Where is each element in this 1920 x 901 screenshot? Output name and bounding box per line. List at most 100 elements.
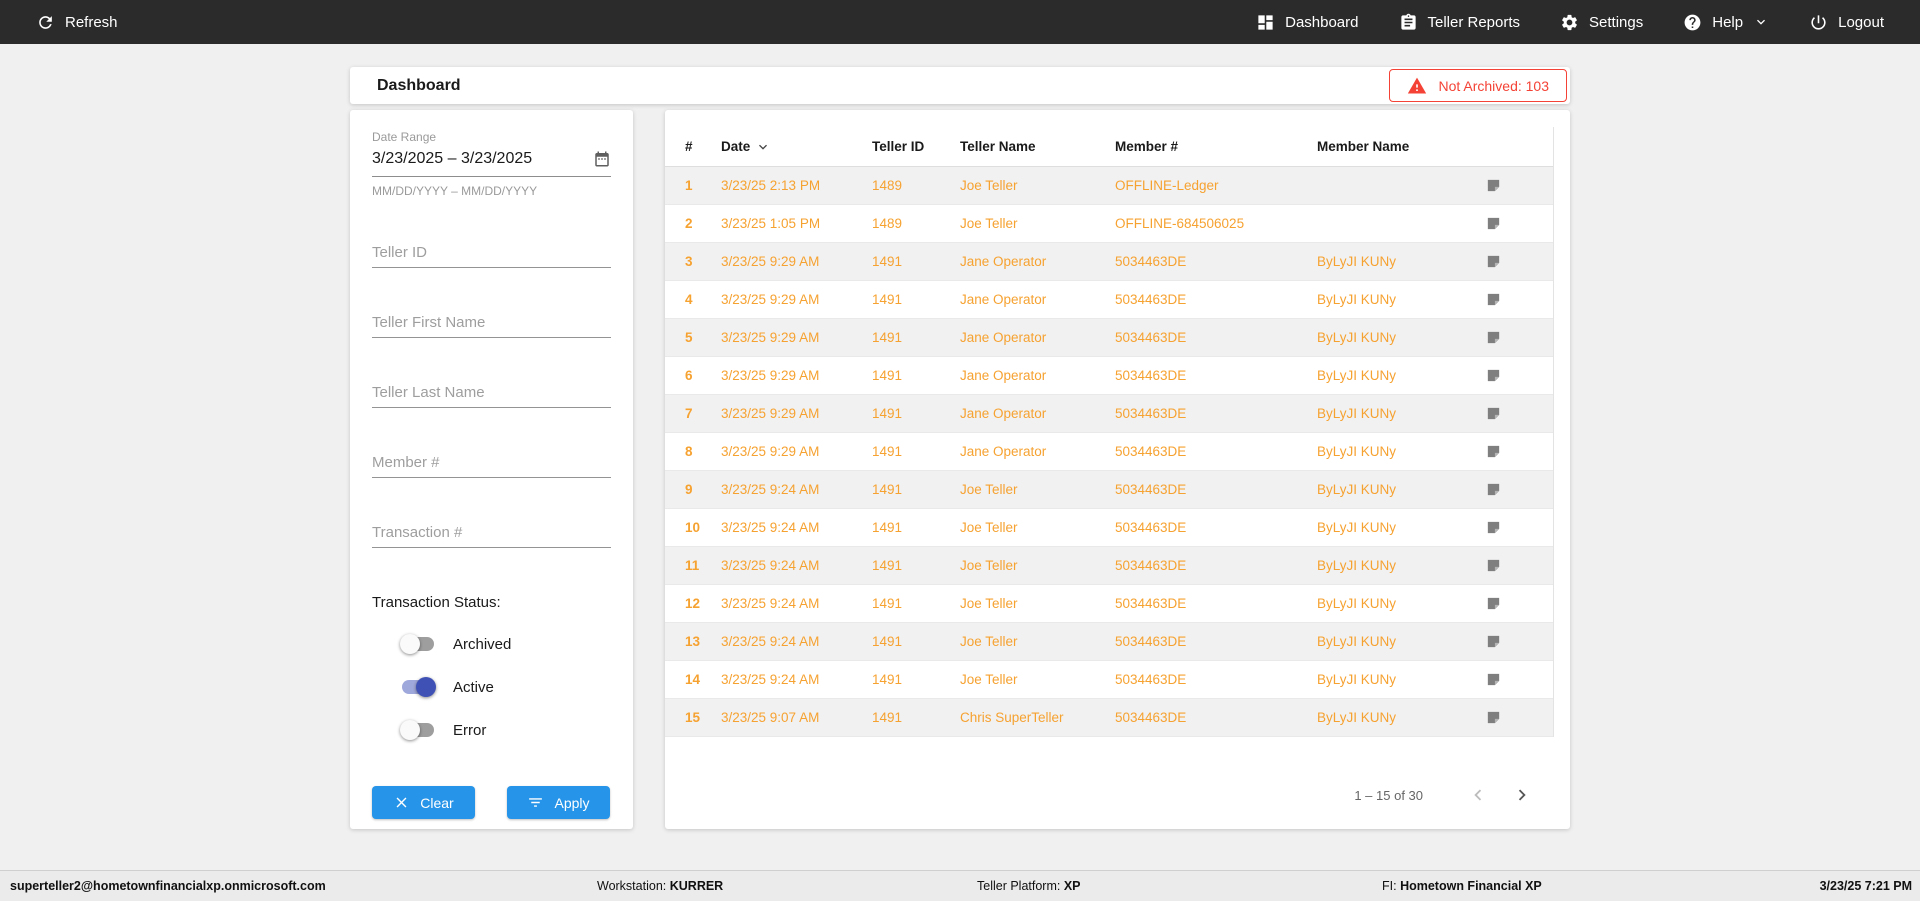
- row-date: 3/23/25 9:24 AM: [721, 520, 820, 535]
- clear-button[interactable]: Clear: [372, 786, 475, 819]
- date-range-hint: MM/DD/YYYY – MM/DD/YYYY: [372, 184, 538, 198]
- row-member-name: ByLyJI KUNy: [1317, 634, 1397, 649]
- table-viewport: # Date Teller ID Teller Name Member # Me…: [665, 127, 1554, 737]
- close-icon: [393, 794, 410, 811]
- next-page-button[interactable]: [1511, 784, 1533, 806]
- row-number: 7: [685, 406, 693, 421]
- row-teller-id: 1491: [872, 558, 903, 573]
- nav-item-teller-reports[interactable]: Teller Reports: [1399, 13, 1520, 32]
- note-icon[interactable]: [1433, 215, 1553, 232]
- column-header-member-number: Member #: [1115, 139, 1179, 154]
- table-row[interactable]: 13 3/23/25 9:24 AM 1491 Joe Teller 50344…: [665, 623, 1553, 661]
- table-body: 1 3/23/25 2:13 PM 1489 Joe Teller OFFLIN…: [665, 167, 1553, 737]
- note-icon[interactable]: [1433, 557, 1553, 574]
- note-icon[interactable]: [1433, 291, 1553, 308]
- toggle-archived[interactable]: Archived: [372, 634, 611, 654]
- table-row[interactable]: 11 3/23/25 9:24 AM 1491 Joe Teller 50344…: [665, 547, 1553, 585]
- table-row[interactable]: 2 3/23/25 1:05 PM 1489 Joe Teller OFFLIN…: [665, 205, 1553, 243]
- chevron-left-icon: [1467, 784, 1489, 806]
- financial-institution-info: FI: Hometown Financial XP: [1382, 871, 1542, 901]
- archived-switch[interactable]: [400, 634, 436, 654]
- row-member-number: 5034463DE: [1115, 596, 1187, 611]
- chevron-down-icon: [1753, 14, 1769, 30]
- workstation-label: Workstation:: [597, 879, 667, 893]
- table-row[interactable]: 6 3/23/25 9:29 AM 1491 Jane Operator 503…: [665, 357, 1553, 395]
- active-switch[interactable]: [400, 677, 436, 697]
- nav-item-dashboard[interactable]: Dashboard: [1256, 13, 1359, 32]
- note-icon[interactable]: [1433, 671, 1553, 688]
- not-archived-badge[interactable]: Not Archived: 103: [1389, 69, 1567, 102]
- row-number: 1: [685, 178, 693, 193]
- note-icon[interactable]: [1433, 481, 1553, 498]
- table-row[interactable]: 8 3/23/25 9:29 AM 1491 Jane Operator 503…: [665, 433, 1553, 471]
- toggle-active[interactable]: Active: [372, 677, 611, 697]
- note-icon[interactable]: [1433, 253, 1553, 270]
- row-teller-id: 1491: [872, 482, 903, 497]
- row-number: 15: [685, 710, 701, 725]
- previous-page-button[interactable]: [1467, 784, 1489, 806]
- row-member-number: 5034463DE: [1115, 710, 1187, 725]
- column-header-member-name: Member Name: [1317, 139, 1410, 154]
- calendar-icon[interactable]: [593, 150, 611, 168]
- row-date: 3/23/25 9:24 AM: [721, 634, 820, 649]
- table-row[interactable]: 12 3/23/25 9:24 AM 1491 Joe Teller 50344…: [665, 585, 1553, 623]
- row-member-number: 5034463DE: [1115, 482, 1187, 497]
- nav-item-logout[interactable]: Logout: [1809, 13, 1884, 32]
- table-header-row: # Date Teller ID Teller Name Member # Me…: [665, 127, 1553, 167]
- filter-buttons-row: Clear Apply: [372, 786, 611, 819]
- row-member-number: 5034463DE: [1115, 444, 1187, 459]
- note-icon[interactable]: [1433, 519, 1553, 536]
- toggle-error[interactable]: Error: [372, 720, 611, 740]
- teller-first-name-input[interactable]: [372, 308, 611, 338]
- note-icon[interactable]: [1433, 177, 1553, 194]
- toggle-label: Error: [453, 721, 487, 739]
- table-row[interactable]: 15 3/23/25 9:07 AM 1491 Chris SuperTelle…: [665, 699, 1553, 737]
- transaction-number-input[interactable]: [372, 518, 611, 548]
- refresh-button[interactable]: Refresh: [36, 13, 118, 32]
- table-row[interactable]: 10 3/23/25 9:24 AM 1491 Joe Teller 50344…: [665, 509, 1553, 547]
- table-row[interactable]: 3 3/23/25 9:29 AM 1491 Jane Operator 503…: [665, 243, 1553, 281]
- row-member-number: 5034463DE: [1115, 292, 1187, 307]
- error-switch[interactable]: [400, 720, 436, 740]
- row-member-name: ByLyJI KUNy: [1317, 292, 1397, 307]
- row-member-name: ByLyJI KUNy: [1317, 368, 1397, 383]
- note-icon[interactable]: [1433, 709, 1553, 726]
- teller-last-name-input[interactable]: [372, 378, 611, 408]
- logged-in-user: superteller2@hometownfinancialxp.onmicro…: [10, 879, 326, 893]
- table-row[interactable]: 1 3/23/25 2:13 PM 1489 Joe Teller OFFLIN…: [665, 167, 1553, 205]
- row-teller-id: 1491: [872, 406, 903, 421]
- note-icon[interactable]: [1433, 633, 1553, 650]
- note-icon[interactable]: [1433, 595, 1553, 612]
- nav-item-help[interactable]: Help: [1683, 13, 1769, 32]
- date-range-field[interactable]: 3/23/2025 – 3/23/2025: [372, 144, 611, 177]
- row-member-number: 5034463DE: [1115, 558, 1187, 573]
- member-number-input[interactable]: [372, 448, 611, 478]
- platform-value: XP: [1063, 879, 1081, 893]
- apply-button[interactable]: Apply: [507, 786, 610, 819]
- table-row[interactable]: 5 3/23/25 9:29 AM 1491 Jane Operator 503…: [665, 319, 1553, 357]
- row-number: 9: [685, 482, 693, 497]
- note-icon[interactable]: [1433, 329, 1553, 346]
- row-date: 3/23/25 1:05 PM: [721, 216, 821, 231]
- table-row[interactable]: 4 3/23/25 9:29 AM 1491 Jane Operator 503…: [665, 281, 1553, 319]
- nav-label: Settings: [1589, 13, 1644, 31]
- table-row[interactable]: 7 3/23/25 9:29 AM 1491 Jane Operator 503…: [665, 395, 1553, 433]
- note-icon[interactable]: [1433, 443, 1553, 460]
- note-icon[interactable]: [1433, 367, 1553, 384]
- table-row[interactable]: 9 3/23/25 9:24 AM 1491 Joe Teller 503446…: [665, 471, 1553, 509]
- refresh-label: Refresh: [65, 13, 118, 31]
- workstation-value: KURRER: [669, 879, 724, 893]
- row-member-name: ByLyJI KUNy: [1317, 520, 1397, 535]
- table-row[interactable]: 14 3/23/25 9:24 AM 1491 Joe Teller 50344…: [665, 661, 1553, 699]
- row-teller-name: Joe Teller: [960, 482, 1018, 497]
- row-member-number: 5034463DE: [1115, 634, 1187, 649]
- row-number: 11: [685, 558, 700, 573]
- row-date: 3/23/25 9:24 AM: [721, 672, 820, 687]
- teller-id-input[interactable]: [372, 238, 611, 268]
- note-icon[interactable]: [1433, 405, 1553, 422]
- nav-item-settings[interactable]: Settings: [1560, 13, 1643, 32]
- row-member-name: ByLyJI KUNy: [1317, 444, 1397, 459]
- column-header-date[interactable]: Date: [721, 139, 872, 155]
- row-member-number: 5034463DE: [1115, 672, 1187, 687]
- row-teller-name: Jane Operator: [960, 368, 1047, 383]
